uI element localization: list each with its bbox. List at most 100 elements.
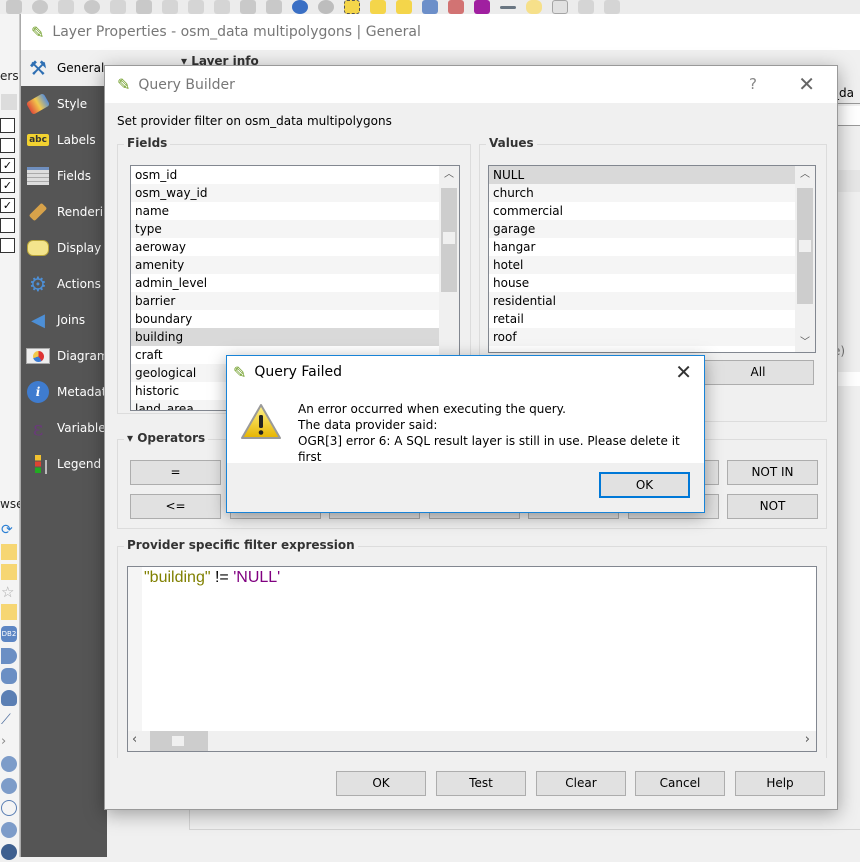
field-calculator-icon[interactable] (448, 0, 464, 14)
ok-button[interactable]: OK (599, 472, 690, 498)
values-list[interactable]: NULL church commercial garage hangar hotel hou… (488, 165, 816, 353)
value-list-item[interactable]: retail (489, 310, 815, 328)
sidebar-item-variables[interactable]: ε Variables (21, 410, 107, 446)
toolbar-icon[interactable] (214, 0, 230, 14)
all-values-button[interactable]: All (702, 360, 814, 385)
field-list-item[interactable]: osm_id (131, 166, 459, 184)
arcgis-globe-icon[interactable] (1, 844, 17, 860)
sidebar-item-display[interactable]: Display (21, 230, 107, 266)
pencil-icon[interactable] (604, 0, 620, 14)
toolbar-icon[interactable] (110, 0, 126, 14)
value-list-item[interactable]: hangar (489, 238, 815, 256)
value-list-item[interactable]: church (489, 184, 815, 202)
help-button[interactable]: Help (735, 771, 825, 796)
cancel-button[interactable]: Cancel (635, 771, 725, 796)
layer-visibility-checkbox[interactable] (0, 118, 15, 133)
text-annotation-icon[interactable] (552, 0, 568, 14)
scroll-up-icon[interactable]: ︿ (795, 166, 815, 184)
sidebar-item-rendering[interactable]: Rendering (21, 194, 107, 230)
editor-hscrollbar[interactable]: ‹ › (128, 731, 816, 751)
scrollbar-thumb[interactable] (172, 736, 184, 746)
field-list-item[interactable]: name (131, 202, 459, 220)
measure-line-icon[interactable] (500, 5, 516, 9)
select-by-expression-icon[interactable] (370, 0, 386, 14)
folder-icon[interactable] (1, 604, 17, 620)
refresh-icon[interactable]: ⟳ (1, 522, 17, 538)
sidebar-item-legend[interactable]: Legend (21, 446, 107, 482)
xyz-globe-icon[interactable] (1, 822, 17, 838)
value-list-item[interactable]: roof (489, 328, 815, 346)
value-list-item[interactable]: house (489, 274, 815, 292)
sidebar-item-actions[interactable]: ⚙ Actions (21, 266, 107, 302)
toolbar-icon[interactable] (240, 0, 256, 14)
operator-button[interactable]: NOT (727, 494, 818, 519)
scroll-down-icon[interactable]: ﹀ (795, 334, 815, 352)
toolbar-icon[interactable] (84, 0, 100, 14)
ok-button[interactable]: OK (336, 771, 426, 796)
scroll-up-icon[interactable]: ︿ (439, 166, 459, 184)
run-action-icon[interactable] (318, 0, 334, 14)
operator-button[interactable]: <= (130, 494, 221, 519)
deselect-icon[interactable] (396, 0, 412, 14)
layer-visibility-checkbox[interactable]: ✓ (0, 178, 15, 193)
layer-visibility-checkbox[interactable] (0, 238, 15, 253)
field-list-item[interactable]: building (131, 328, 459, 346)
operator-button[interactable]: = (130, 460, 221, 485)
toolbar-icon[interactable] (188, 0, 204, 14)
filter-expression-editor[interactable]: "building" != 'NULL' ‹ › (127, 566, 817, 752)
favorites-star-icon[interactable]: ☆ (1, 584, 17, 600)
scroll-right-icon[interactable]: › (805, 732, 810, 747)
annotation-icon[interactable] (526, 0, 542, 14)
field-list-item[interactable]: barrier (131, 292, 459, 310)
spatialite-feather-icon[interactable]: ⟋ (1, 712, 17, 728)
close-icon[interactable]: ✕ (675, 360, 692, 384)
mssql-icon[interactable] (1, 648, 17, 664)
layer-visibility-checkbox[interactable] (0, 218, 15, 233)
layer-visibility-checkbox[interactable] (0, 138, 15, 153)
values-scrollbar[interactable]: ︿ ﹀ (795, 166, 815, 352)
toolbar-icon[interactable] (266, 0, 282, 14)
value-list-item[interactable]: NULL (489, 166, 815, 184)
wms-globe-icon[interactable] (1, 756, 17, 772)
sidebar-item-joins[interactable]: ◀ Joins (21, 302, 107, 338)
folder-icon[interactable] (1, 564, 17, 580)
sidebar-item-metadata[interactable]: i Metadata (21, 374, 107, 410)
statistics-icon[interactable] (474, 0, 490, 14)
scrollbar-thumb[interactable] (443, 232, 455, 244)
field-list-item[interactable]: amenity (131, 256, 459, 274)
toolbar-icon[interactable] (6, 0, 22, 14)
toolbar-icon[interactable] (162, 0, 178, 14)
toolbar-icon[interactable] (58, 0, 74, 14)
sidebar-item-diagrams[interactable]: Diagrams (21, 338, 107, 374)
test-button[interactable]: Test (436, 771, 526, 796)
sidebar-item-style[interactable]: Style (21, 86, 107, 122)
field-list-item[interactable]: osm_way_id (131, 184, 459, 202)
db2-icon[interactable]: DB2 (1, 626, 17, 642)
expand-chevron-icon[interactable]: › (1, 734, 17, 750)
toolbar-icon[interactable] (136, 0, 152, 14)
sidebar-item-fields[interactable]: Fields (21, 158, 107, 194)
layer-toolbar-icon[interactable] (1, 94, 17, 110)
scroll-left-icon[interactable]: ‹ (132, 732, 137, 747)
scrollbar-track[interactable] (150, 731, 208, 751)
value-list-item[interactable]: commercial (489, 202, 815, 220)
layer-visibility-checkbox[interactable]: ✓ (0, 198, 15, 213)
field-list-item[interactable]: admin_level (131, 274, 459, 292)
oracle-icon[interactable] (1, 668, 17, 684)
value-list-item[interactable]: garage (489, 220, 815, 238)
sidebar-item-general[interactable]: ⚒ General (21, 50, 107, 86)
attribute-table-icon[interactable] (422, 0, 438, 14)
help-icon[interactable]: ? (749, 75, 757, 93)
folder-icon[interactable] (1, 544, 17, 560)
operators-title[interactable]: ▾ Operators (124, 431, 209, 445)
layer-visibility-checkbox[interactable]: ✓ (0, 158, 15, 173)
close-icon[interactable]: ✕ (798, 72, 815, 96)
field-list-item[interactable]: boundary (131, 310, 459, 328)
value-list-item[interactable]: residential (489, 292, 815, 310)
field-list-item[interactable]: type (131, 220, 459, 238)
select-features-icon[interactable] (344, 0, 360, 14)
wcs-globe-icon[interactable] (1, 778, 17, 794)
value-list-item[interactable]: hotel (489, 256, 815, 274)
wfs-globe-icon[interactable] (1, 800, 17, 816)
postgis-icon[interactable] (1, 690, 17, 706)
